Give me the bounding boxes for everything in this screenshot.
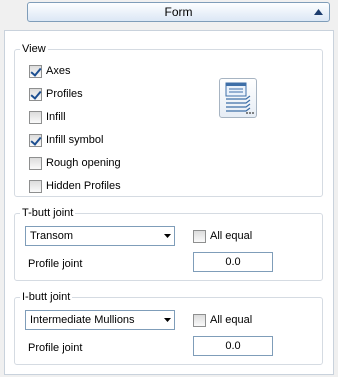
axes-checkbox[interactable]: Axes bbox=[29, 64, 70, 78]
i-butt-all-equal-box[interactable] bbox=[193, 313, 206, 327]
infill-checkbox[interactable]: Infill bbox=[29, 110, 66, 124]
chevron-down-icon[interactable] bbox=[160, 227, 174, 245]
axes-checkbox-box[interactable] bbox=[29, 64, 42, 78]
infill-symbol-checkbox[interactable]: Infill symbol bbox=[29, 133, 103, 147]
i-butt-profile-joint-input[interactable]: 0.0 bbox=[193, 336, 273, 356]
form-section-header[interactable]: Form bbox=[27, 2, 330, 22]
layers-settings-icon bbox=[225, 82, 254, 114]
t-butt-joint-title: T-butt joint bbox=[20, 206, 76, 220]
triangle-up-icon[interactable] bbox=[313, 7, 323, 17]
t-butt-profile-joint-label: Profile joint bbox=[28, 258, 83, 270]
infill-symbol-checkbox-box[interactable] bbox=[29, 133, 42, 147]
infill-checkbox-box[interactable] bbox=[29, 110, 42, 124]
rough-opening-checkbox-box[interactable] bbox=[29, 156, 42, 170]
t-butt-all-equal-label: All equal bbox=[210, 230, 253, 242]
header-title: Form bbox=[164, 5, 193, 19]
profiles-checkbox-label: Profiles bbox=[46, 88, 83, 100]
view-group-title: View bbox=[20, 42, 48, 56]
profiles-checkbox-box[interactable] bbox=[29, 87, 42, 101]
i-butt-joint-select[interactable]: Intermediate Mullions bbox=[25, 310, 175, 330]
view-settings-button[interactable] bbox=[219, 78, 257, 118]
i-butt-joint-select-value: Intermediate Mullions bbox=[30, 314, 135, 326]
hidden-profiles-checkbox[interactable]: Hidden Profiles bbox=[29, 179, 121, 193]
t-butt-all-equal-box[interactable] bbox=[193, 229, 206, 243]
i-butt-profile-joint-label: Profile joint bbox=[28, 342, 83, 354]
i-butt-joint-group: I-butt joint Intermediate Mullions All e… bbox=[14, 290, 323, 365]
axes-checkbox-label: Axes bbox=[46, 65, 71, 77]
hidden-profiles-checkbox-label: Hidden Profiles bbox=[46, 180, 121, 192]
rough-opening-checkbox[interactable]: Rough opening bbox=[29, 156, 121, 170]
view-group: View Axes Profiles Infill Infill symbol … bbox=[14, 42, 323, 197]
infill-symbol-checkbox-label: Infill symbol bbox=[46, 134, 104, 146]
t-butt-all-equal-checkbox[interactable]: All equal bbox=[193, 229, 252, 243]
t-butt-joint-select[interactable]: Transom bbox=[25, 226, 175, 246]
t-butt-joint-group: T-butt joint Transom All equal Profile j… bbox=[14, 206, 323, 281]
form-panel: View Axes Profiles Infill Infill symbol … bbox=[4, 30, 334, 375]
infill-checkbox-label: Infill bbox=[46, 111, 66, 123]
hidden-profiles-checkbox-box[interactable] bbox=[29, 179, 42, 193]
chevron-down-icon[interactable] bbox=[160, 311, 174, 329]
i-butt-all-equal-label: All equal bbox=[210, 314, 253, 326]
i-butt-all-equal-checkbox[interactable]: All equal bbox=[193, 313, 252, 327]
t-butt-joint-select-value: Transom bbox=[30, 230, 73, 242]
rough-opening-checkbox-label: Rough opening bbox=[46, 157, 121, 169]
t-butt-profile-joint-input[interactable]: 0.0 bbox=[193, 252, 273, 272]
profiles-checkbox[interactable]: Profiles bbox=[29, 87, 83, 101]
i-butt-joint-title: I-butt joint bbox=[20, 290, 73, 304]
